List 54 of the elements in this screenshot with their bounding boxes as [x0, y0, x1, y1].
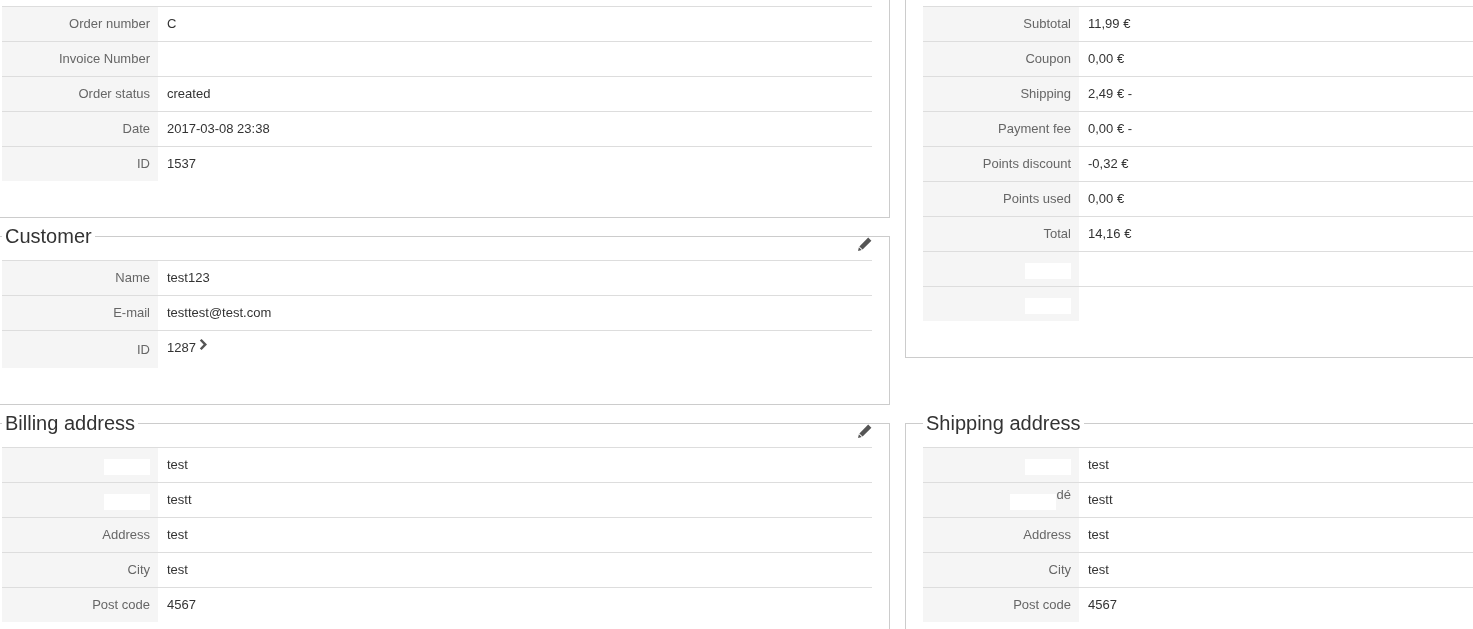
field-label: ID	[2, 331, 158, 368]
chevron-right-icon[interactable]	[198, 338, 207, 350]
field-value: 0,00 €	[1087, 50, 1126, 68]
field-label: Points used	[923, 182, 1079, 216]
field-label: Post code	[923, 588, 1079, 622]
field-label: Coupon	[923, 42, 1079, 76]
field-value: testtest@test.com	[166, 304, 273, 322]
section-title: Customer	[4, 225, 93, 247]
field-value: 0,00 € -	[1087, 120, 1134, 138]
field-label: Payment fee	[923, 112, 1079, 146]
field-value: 14,16 €	[1087, 225, 1133, 243]
field-label: Order number	[2, 7, 158, 41]
field-value: testt	[166, 491, 193, 509]
pencil-icon	[858, 237, 872, 251]
field-label: Date	[2, 112, 158, 146]
field-label: Invoice Number	[2, 42, 158, 76]
field-label: Order status	[2, 77, 158, 111]
field-label: Address	[2, 518, 158, 552]
field-label: Total	[923, 217, 1079, 251]
field-value: test123	[166, 269, 211, 287]
field-label: ID	[2, 147, 158, 181]
field-label: Shipping	[923, 77, 1079, 111]
field-value: 4567	[166, 596, 197, 614]
field-value: created	[166, 85, 212, 103]
field-label: Points discount	[923, 147, 1079, 181]
field-value: 2017-03-08 23:38	[166, 120, 271, 138]
field-label: dé	[1056, 487, 1071, 503]
field-value: test	[166, 456, 189, 474]
field-value: test	[166, 526, 189, 544]
field-value: test	[1087, 561, 1110, 579]
field-label: Address	[923, 518, 1079, 552]
field-label: City	[2, 553, 158, 587]
edit-button[interactable]	[858, 237, 872, 251]
section-title: Billing address	[4, 412, 137, 434]
field-value: -0,32 €	[1087, 155, 1130, 173]
edit-button[interactable]	[858, 424, 872, 438]
field-label: Name	[2, 261, 158, 295]
field-label: Subtotal	[923, 7, 1079, 41]
field-value: 2,49 € -	[1087, 85, 1134, 103]
field-value: testt	[1087, 491, 1114, 509]
pencil-icon	[858, 424, 872, 438]
field-value: 0,00 €	[1087, 190, 1126, 208]
field-value: 1537	[166, 155, 197, 173]
field-label: E-mail	[2, 296, 158, 330]
field-value: test	[1087, 526, 1110, 544]
field-value: 1287	[167, 339, 196, 357]
field-value: test	[166, 561, 189, 579]
field-value: 4567	[1087, 596, 1118, 614]
section-title: Shipping address	[925, 412, 1082, 434]
field-value: 11,99 €	[1087, 15, 1132, 33]
field-value: C	[166, 15, 178, 33]
field-value: test	[1087, 456, 1110, 474]
field-label: City	[923, 553, 1079, 587]
field-label: Post code	[2, 588, 158, 622]
